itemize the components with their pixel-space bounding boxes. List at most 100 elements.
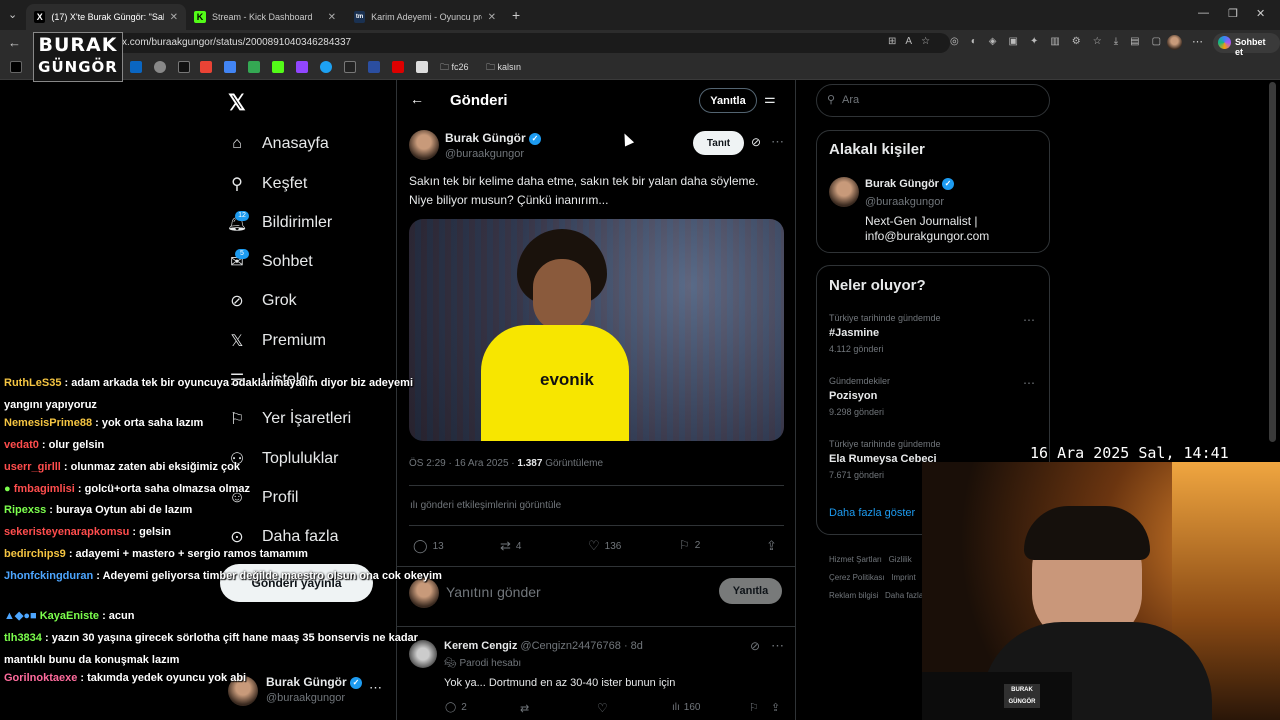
show-more-link[interactable]: Daha fazla göster: [829, 507, 915, 519]
chat-message: Jhonfckingduran : Adeyemi geliyorsa timb…: [4, 565, 444, 587]
back-arrow-icon[interactable]: ←: [410, 91, 424, 107]
bookmark-icon[interactable]: [416, 61, 428, 73]
close-icon[interactable]: ✕: [488, 12, 496, 23]
reply-submit-button[interactable]: Yanıtla: [719, 578, 782, 604]
extension-icon[interactable]: ◐: [971, 36, 977, 47]
favorites-icon[interactable]: ☆: [1093, 36, 1102, 47]
heart-icon[interactable]: ♡: [597, 701, 608, 715]
trend-item[interactable]: Gündemdekiler Pozisyon 9.298 gönderi ⋯: [829, 376, 1039, 417]
verified-icon: ✓: [529, 132, 542, 145]
trend-item[interactable]: Türkiye tarihinde gündemde #Jasmine 4.11…: [829, 313, 1039, 354]
logo-line2: GÜNGÖR: [38, 58, 118, 76]
tab-list-icon[interactable]: ⌄: [8, 8, 17, 21]
x-logo-icon[interactable]: 𝕏: [228, 90, 246, 116]
reply-reply-action[interactable]: ◯ 2: [445, 702, 467, 713]
search-input[interactable]: ⚲ Ara: [816, 84, 1050, 117]
footer-link[interactable]: Imprint: [891, 573, 915, 582]
author-name[interactable]: Burak Güngör ✓: [445, 131, 542, 145]
repost-count: 4: [515, 540, 522, 552]
url-input[interactable]: x.com/buraakgungor/status/20008910403462…: [80, 33, 950, 53]
scrollbar[interactable]: [1269, 82, 1276, 442]
close-icon[interactable]: ✕: [170, 12, 178, 23]
filter-icon[interactable]: ⚌: [764, 91, 776, 107]
minimize-icon[interactable]: —: [1198, 7, 1209, 19]
close-icon[interactable]: ✕: [328, 12, 336, 23]
sidebar-item-premium[interactable]: 𝕏 Premium: [226, 326, 326, 356]
more-dots-icon[interactable]: ⋯: [771, 134, 784, 150]
more-dots-icon[interactable]: ⋯: [1023, 376, 1035, 390]
screenshot-icon[interactable]: ▢: [1152, 36, 1161, 47]
tab-kick[interactable]: K Stream - Kick Dashboard ✕: [186, 4, 344, 30]
bookmark-icon[interactable]: ⚐: [749, 701, 759, 714]
extension-icon[interactable]: ▣: [1008, 36, 1017, 47]
sidebar-item-explore[interactable]: ⚲ Keşfet: [226, 169, 307, 199]
footer-link[interactable]: Gizlilik: [889, 555, 912, 564]
bookmark-icon[interactable]: [344, 61, 356, 73]
x-bookmark-icon[interactable]: [10, 61, 22, 73]
install-icon[interactable]: ⊞: [888, 36, 896, 47]
bookmark-folder-fc26[interactable]: 🗀 fc26: [440, 60, 469, 76]
split-screen-icon[interactable]: ▥: [1050, 36, 1059, 47]
reply-author[interactable]: Kerem Cengiz: [444, 640, 517, 652]
reply-views-action[interactable]: ılı 160: [672, 702, 700, 713]
download-icon[interactable]: ⤓: [1114, 36, 1118, 47]
menu-dots-icon[interactable]: ⋯: [1192, 35, 1203, 48]
new-tab-icon[interactable]: +: [512, 7, 520, 23]
related-avatar[interactable]: [829, 177, 859, 207]
window-close-icon[interactable]: ✕: [1256, 7, 1265, 20]
sidebar-item-home[interactable]: ⌂ Anasayfa: [226, 129, 329, 159]
grok-icon[interactable]: ⊘: [750, 639, 760, 653]
bookmark-icon[interactable]: [368, 61, 380, 73]
post-image[interactable]: evonik: [409, 219, 784, 441]
share-action[interactable]: ⇪: [766, 538, 777, 554]
chat-user: Ripexss: [4, 504, 47, 516]
extension-icon[interactable]: ✦: [1030, 36, 1038, 47]
grok-icon[interactable]: ⊘: [751, 135, 761, 149]
bookmark-icon[interactable]: [392, 61, 404, 73]
extension-icon[interactable]: ◈: [989, 36, 997, 47]
more-dots-icon[interactable]: ⋯: [1023, 313, 1035, 327]
x-icon: 𝕏: [230, 333, 244, 350]
translate-icon[interactable]: A: [905, 36, 912, 47]
kick-bookmark-icon[interactable]: [272, 61, 284, 73]
search-icon: ⚲: [827, 94, 836, 106]
sidebar-item-grok[interactable]: ⊘ Grok: [226, 286, 296, 316]
maximize-icon[interactable]: ❐: [1228, 7, 1238, 20]
bookmark-icon[interactable]: [154, 61, 166, 73]
bookmark-icon[interactable]: [320, 61, 332, 73]
author-avatar[interactable]: [409, 130, 439, 160]
footer-link[interactable]: Reklam bilgisi: [829, 591, 878, 600]
share-icon[interactable]: ⇪: [771, 701, 780, 714]
bookmark-action[interactable]: ⚐ 2: [679, 538, 700, 552]
follow-button[interactable]: Tanıt: [693, 131, 744, 155]
bookmark-icon[interactable]: [178, 61, 190, 73]
gmail-bookmark-icon[interactable]: [200, 61, 212, 73]
twitch-bookmark-icon[interactable]: [296, 61, 308, 73]
docs-bookmark-icon[interactable]: [224, 61, 236, 73]
chat-message: Gorilnoktaexe : takımda yedek oyuncu yok…: [4, 667, 444, 689]
tab-x-post[interactable]: X (17) X'te Burak Güngör: "Sakın tek ✕: [26, 4, 186, 30]
star-icon[interactable]: ☆: [921, 36, 930, 47]
repost-action[interactable]: ⇄ 4: [500, 538, 521, 554]
like-action[interactable]: ♡ 136: [588, 538, 621, 554]
header-reply-button[interactable]: Yanıtla: [699, 88, 757, 113]
drive-bookmark-icon[interactable]: [248, 61, 260, 73]
more-dots-icon[interactable]: ⋯: [771, 638, 784, 654]
related-name[interactable]: Burak Güngör ✓: [865, 178, 955, 191]
linkedin-bookmark-icon[interactable]: [130, 61, 142, 73]
repost-icon[interactable]: ⇄: [520, 702, 529, 715]
collections-icon[interactable]: ▤: [1130, 36, 1139, 47]
repost-icon: ⇄: [500, 538, 511, 553]
footer-link[interactable]: Çerez Politikası: [829, 573, 885, 582]
back-icon[interactable]: ←: [8, 35, 21, 50]
tab-transfermarkt[interactable]: tm Karim Adeyemi - Oyuncu profili 2 ✕: [346, 4, 504, 30]
copilot-chat-button[interactable]: Sohbet et: [1213, 33, 1280, 57]
extension-icon[interactable]: ◎: [950, 36, 959, 47]
reply-input[interactable]: Yanıtını gönder: [446, 584, 541, 600]
profile-avatar[interactable]: [1167, 35, 1182, 50]
footer-link[interactable]: Hizmet Şartları: [829, 555, 882, 564]
extension-icon[interactable]: ⚙: [1072, 36, 1081, 47]
footer-link[interactable]: Daha fazla: [885, 591, 923, 600]
bookmark-folder-kalsin[interactable]: 🗀 kalsın: [486, 60, 521, 76]
chat-message: bedirchips9 : adayemi + mastero + sergio…: [4, 543, 444, 565]
